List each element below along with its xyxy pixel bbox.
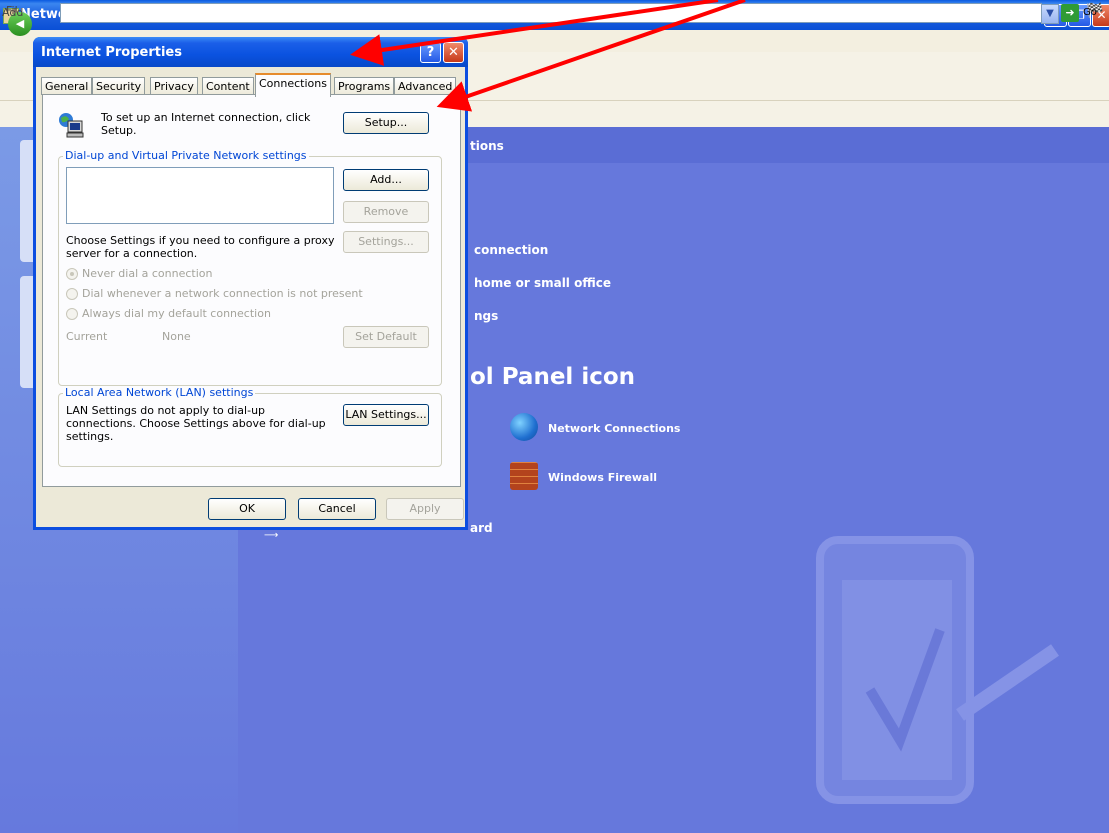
setup-button[interactable]: Setup... [343,112,429,134]
cancel-button[interactable]: Cancel [298,498,376,520]
windows-firewall-icon[interactable] [510,462,538,490]
radio-always-dial[interactable] [66,308,78,320]
task-link[interactable]: ard [470,521,493,535]
add-button[interactable]: Add... [343,169,429,191]
dialup-group-title: Dial-up and Virtual Private Network sett… [63,149,309,162]
help-button[interactable]: ? [420,42,441,63]
current-label: Current [66,330,108,343]
connections-listbox[interactable] [66,167,334,224]
address-label: Add [2,6,24,19]
settings-button[interactable]: Settings... [343,231,429,253]
radio-dial-when-no-network[interactable] [66,288,78,300]
dialog-close-button[interactable]: ✕ [443,42,464,63]
radio-label: Always dial my default connection [82,307,271,320]
chevron-down-icon[interactable]: ▼ [1041,4,1059,24]
lan-description: LAN Settings do not apply to dial-up con… [66,404,326,443]
internet-properties-dialog: Internet Properties ? ✕ General Security… [33,37,468,530]
windows-firewall-link[interactable]: Windows Firewall [548,471,657,484]
section-heading: ol Panel icon [470,364,636,390]
network-connections-link[interactable]: Network Connections [548,422,680,435]
wizard-icon: ⟶ [264,530,279,541]
computer-globe-icon [59,113,84,138]
task-link[interactable]: ngs [474,309,498,323]
tab-general[interactable]: General [41,77,93,95]
decorative-checklist-watermark [816,536,1059,804]
apply-button[interactable]: Apply [386,498,464,520]
lan-group-title: Local Area Network (LAN) settings [63,386,256,399]
go-button-label[interactable]: Go [1083,7,1097,18]
network-connections-icon[interactable] [510,413,538,441]
go-arrow-icon[interactable]: ➜ [1061,4,1079,22]
dialog-title: Internet Properties [41,45,182,60]
dialog-body: General Security Privacy Content Connect… [36,67,465,527]
proxy-description: Choose Settings if you need to configure… [66,234,335,260]
radio-label: Never dial a connection [82,267,213,280]
task-link[interactable]: home or small office [474,276,611,290]
tab-content[interactable]: Content [202,77,254,95]
task-link[interactable]: connection [474,243,548,257]
content-header-title: tions [470,139,504,153]
tab-programs[interactable]: Programs [334,77,395,95]
setup-description: To set up an Internet connection, click … [101,111,311,137]
tab-security[interactable]: Security [92,77,146,95]
connections-tab-panel: To set up an Internet connection, click … [42,94,461,487]
lan-settings-button[interactable]: LAN Settings... [343,404,429,426]
radio-never-dial[interactable] [66,268,78,280]
tab-connections[interactable]: Connections [255,73,331,97]
remove-button[interactable]: Remove [343,201,429,223]
tab-advanced[interactable]: Advanced [394,77,457,95]
tab-privacy[interactable]: Privacy [150,77,198,95]
set-default-button[interactable]: Set Default [343,326,429,348]
current-value: None [162,330,191,343]
address-input[interactable] [60,3,1042,23]
ok-button[interactable]: OK [208,498,286,520]
radio-label: Dial whenever a network connection is no… [82,287,363,300]
